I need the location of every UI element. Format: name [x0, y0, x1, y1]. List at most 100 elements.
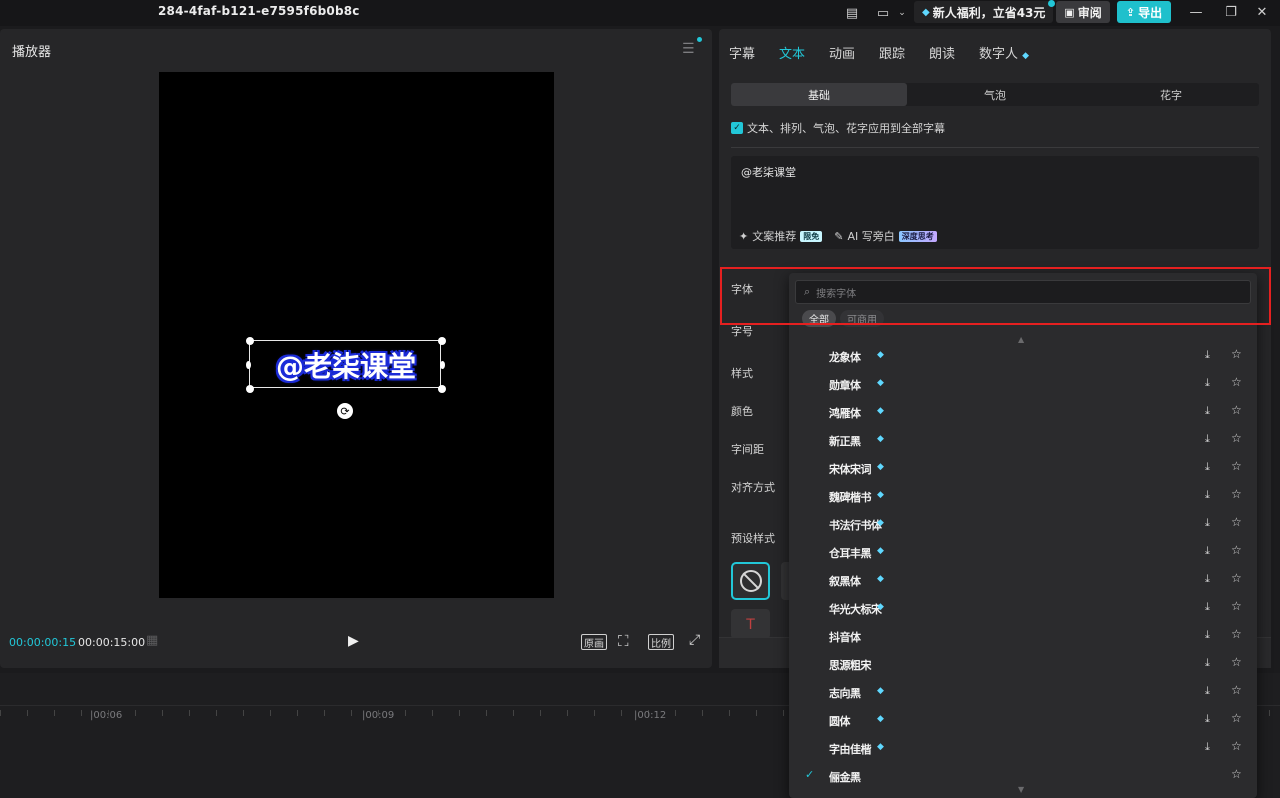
subtab-fancy-text[interactable]: 花字 [1083, 83, 1259, 106]
favorite-star-icon[interactable]: ☆ [1231, 683, 1242, 697]
promo-button[interactable]: ◆ 新人福利，立省43元 [914, 0, 1056, 23]
download-icon[interactable]: ⤓ [1205, 544, 1210, 558]
favorite-star-icon[interactable]: ☆ [1231, 375, 1242, 389]
apply-all-checkbox[interactable]: ✓ 文本、排列、气泡、花字应用到全部字幕 [731, 120, 945, 136]
favorite-star-icon[interactable]: ☆ [1231, 543, 1242, 557]
favorite-star-icon[interactable]: ☆ [1231, 655, 1242, 669]
title-bar: 284-4faf-b121-e7595f6b0b8c ▤ ▭ ⌄ ◆ 新人福利，… [0, 0, 1280, 26]
font-item[interactable]: 字由佳楷 ◆ ⤓ ☆ [789, 734, 1257, 762]
zoom-fit-icon[interactable]: ⛶ [618, 632, 629, 650]
font-name: 新正黑 [829, 435, 861, 448]
font-item[interactable]: 仓耳丰黑 ◆ ⤓ ☆ [789, 538, 1257, 566]
preview-canvas[interactable]: @老柒课堂 ⟳ [159, 72, 554, 598]
font-item[interactable]: 圆体 ◆ ⤓ ☆ [789, 706, 1257, 734]
chevron-down-icon[interactable]: ⌄ [896, 3, 908, 23]
download-icon[interactable]: ⤓ [1205, 348, 1210, 362]
font-name: 宋体宋词 [829, 463, 872, 476]
font-item[interactable]: 魏碑楷书 ◆ ⤓ ☆ [789, 482, 1257, 510]
favorite-star-icon[interactable]: ☆ [1231, 739, 1242, 753]
font-name: 思源粗宋 [829, 659, 872, 672]
font-item[interactable]: 书法行书体 ◆ ⤓ ☆ [789, 510, 1257, 538]
quality-button[interactable]: 原画 [581, 634, 607, 650]
favorite-star-icon[interactable]: ☆ [1231, 459, 1242, 473]
font-item[interactable]: 抖音体 ⤓ ☆ [789, 622, 1257, 650]
ai-write-button[interactable]: AI 写旁白 [847, 228, 894, 244]
download-icon[interactable]: ⤓ [1205, 376, 1210, 390]
download-icon[interactable]: ⤓ [1205, 628, 1210, 642]
download-icon[interactable]: ⤓ [1205, 460, 1210, 474]
download-icon[interactable]: ⤓ [1205, 572, 1210, 586]
play-button[interactable]: ▶ [348, 633, 359, 649]
download-icon[interactable]: ⤓ [1205, 516, 1210, 530]
gem-icon: ◆ [877, 490, 884, 500]
favorite-star-icon[interactable]: ☆ [1231, 711, 1242, 725]
font-name: 龙象体 [829, 351, 861, 364]
favorite-star-icon[interactable]: ☆ [1231, 403, 1242, 417]
resize-handle[interactable] [246, 337, 254, 345]
download-icon[interactable]: ⤓ [1205, 656, 1210, 670]
font-item[interactable]: 华光大标宋 ◆ ⤓ ☆ [789, 594, 1257, 622]
tab-tracking[interactable]: 跟踪 [879, 43, 905, 62]
resize-handle[interactable] [438, 385, 446, 393]
download-icon[interactable]: ⤓ [1205, 432, 1210, 446]
font-item[interactable]: 志向黑 ◆ ⤓ ☆ [789, 678, 1257, 706]
layout-icon[interactable]: ▭ [873, 3, 893, 23]
font-item[interactable]: 勋章体 ◆ ⤓ ☆ [789, 370, 1257, 398]
gem-icon: ◆ [877, 350, 884, 360]
tab-digital-human[interactable]: 数字人 ◆ [979, 43, 1029, 62]
resize-handle[interactable] [440, 361, 445, 369]
resize-handle[interactable] [246, 361, 251, 369]
resize-handle[interactable] [246, 385, 254, 393]
review-button[interactable]: ▣ 审阅 [1056, 1, 1110, 23]
preset-none[interactable] [731, 562, 770, 600]
download-icon[interactable]: ⤓ [1205, 488, 1210, 502]
favorite-star-icon[interactable]: ☆ [1231, 347, 1242, 361]
font-name: 圆体 [829, 715, 851, 728]
timecode-grid-icon[interactable]: ▦ [146, 633, 158, 648]
subtab-basic[interactable]: 基础 [731, 83, 907, 106]
subtab-bar: 基础 气泡 花字 [731, 83, 1259, 106]
favorite-star-icon[interactable]: ☆ [1231, 767, 1242, 781]
sparkle-icon: ✦ [739, 229, 749, 243]
subtitle-layout-icon[interactable]: ▤ [842, 3, 862, 23]
tab-read-aloud[interactable]: 朗读 [929, 43, 955, 62]
restore-icon[interactable]: ❐ [1221, 3, 1241, 21]
text-input[interactable]: @老柒课堂 ✦ 文案推荐 限免 ✎ AI 写旁白 深度思考 [731, 156, 1259, 249]
download-icon[interactable]: ⤓ [1205, 404, 1210, 418]
download-icon[interactable]: ⤓ [1205, 684, 1210, 698]
scroll-down-icon[interactable]: ▼ [1018, 785, 1024, 794]
fullscreen-icon[interactable]: ⤢ [689, 632, 700, 648]
font-item[interactable]: 思源粗宋 ⤓ ☆ [789, 650, 1257, 678]
font-item[interactable]: 叙黑体 ◆ ⤓ ☆ [789, 566, 1257, 594]
favorite-star-icon[interactable]: ☆ [1231, 487, 1242, 501]
minimize-icon[interactable]: — [1186, 3, 1206, 21]
gem-icon: ◆ [877, 546, 884, 556]
close-icon[interactable]: ✕ [1252, 3, 1272, 21]
aspect-ratio-button[interactable]: 比例 [648, 634, 674, 650]
preset-style[interactable]: T [731, 609, 770, 639]
ai-copy-button[interactable]: 文案推荐 [752, 228, 796, 244]
favorite-star-icon[interactable]: ☆ [1231, 599, 1242, 613]
font-item[interactable]: 新正黑 ◆ ⤓ ☆ [789, 426, 1257, 454]
download-icon[interactable]: ⤓ [1205, 740, 1210, 754]
favorite-star-icon[interactable]: ☆ [1231, 515, 1242, 529]
rotate-icon[interactable]: ⟳ [337, 403, 353, 419]
font-name: 俪金黑 [829, 771, 861, 784]
font-item[interactable]: 龙象体 ◆ ⤓ ☆ [789, 342, 1257, 370]
caption-selection-box[interactable]: @老柒课堂 [246, 337, 446, 393]
favorite-star-icon[interactable]: ☆ [1231, 571, 1242, 585]
download-icon[interactable]: ⤓ [1205, 712, 1210, 726]
export-button[interactable]: ⇪ 导出 [1117, 1, 1171, 23]
subtab-bubble[interactable]: 气泡 [907, 83, 1083, 106]
font-item[interactable]: 宋体宋词 ◆ ⤓ ☆ [789, 454, 1257, 482]
no-style-icon [739, 570, 762, 592]
favorite-star-icon[interactable]: ☆ [1231, 627, 1242, 641]
favorite-star-icon[interactable]: ☆ [1231, 431, 1242, 445]
download-icon[interactable]: ⤓ [1205, 600, 1210, 614]
tab-animation[interactable]: 动画 [829, 43, 855, 62]
font-item[interactable]: 鸿雁体 ◆ ⤓ ☆ [789, 398, 1257, 426]
resize-handle[interactable] [438, 337, 446, 345]
tab-text[interactable]: 文本 [779, 43, 805, 62]
tab-subtitle[interactable]: 字幕 [729, 43, 755, 62]
menu-icon[interactable]: ☰ [682, 41, 695, 57]
